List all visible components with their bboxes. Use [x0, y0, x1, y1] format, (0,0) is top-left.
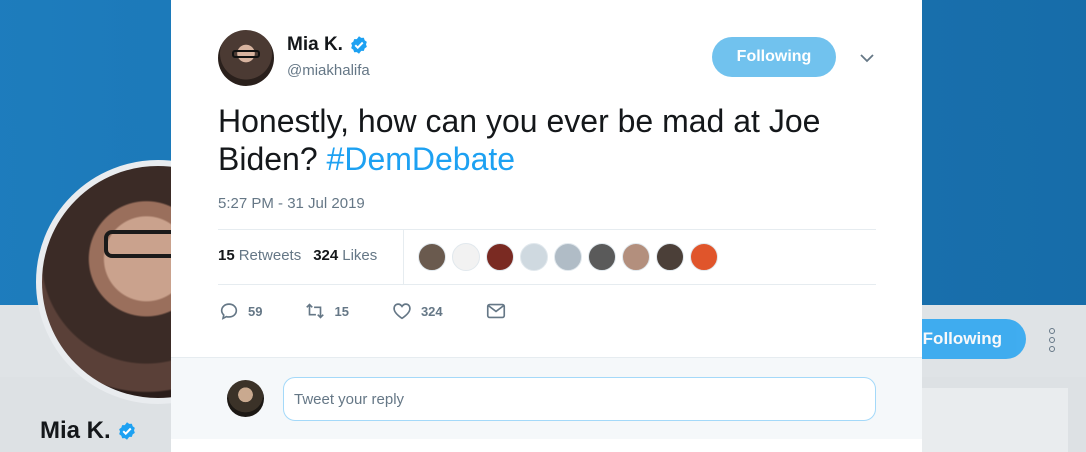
- message-button[interactable]: [485, 300, 507, 322]
- divider: [218, 284, 876, 285]
- like-button[interactable]: 324: [391, 300, 443, 322]
- retweet-count: 15: [334, 303, 349, 319]
- divider: [218, 229, 876, 230]
- message-icon: [486, 303, 505, 319]
- hashtag-link[interactable]: #DemDebate: [327, 141, 516, 177]
- author-name-row: Mia K.: [287, 34, 369, 56]
- tweet-timestamp[interactable]: 5:27 PM - 31 Jul 2019: [218, 195, 365, 212]
- author-avatar[interactable]: [218, 30, 274, 86]
- user-avatar[interactable]: [227, 380, 264, 417]
- liker-avatar[interactable]: [656, 243, 684, 271]
- tweet-modal: Mia K. @miakhalifa Following Honestly, h…: [171, 0, 922, 452]
- profile-name-row: Mia K.: [40, 417, 137, 445]
- retweets-stat[interactable]: 15 Retweets: [218, 247, 301, 264]
- chevron-down-icon[interactable]: [859, 50, 875, 66]
- profile-name: Mia K.: [40, 417, 111, 444]
- tweet-text-body: Honestly, how can you ever be mad at Joe…: [218, 103, 821, 177]
- like-icon: [393, 303, 411, 320]
- tweet-text: Honestly, how can you ever be mad at Joe…: [218, 102, 858, 178]
- author-name[interactable]: Mia K.: [287, 34, 343, 56]
- reply-area: [171, 357, 922, 439]
- liker-avatar[interactable]: [690, 243, 718, 271]
- liker-avatar[interactable]: [554, 243, 582, 271]
- liker-avatar[interactable]: [418, 243, 446, 271]
- author-handle[interactable]: @miakhalifa: [287, 62, 370, 79]
- likes-stat[interactable]: 324 Likes: [313, 247, 377, 264]
- like-count: 324: [420, 303, 443, 319]
- modal-bottom: [171, 439, 922, 452]
- retweet-button[interactable]: 15: [304, 300, 349, 322]
- tweet-actions: 59 15 324: [218, 300, 539, 322]
- more-icon[interactable]: [1047, 328, 1057, 352]
- verified-icon: [351, 36, 367, 54]
- liker-avatar[interactable]: [588, 243, 616, 271]
- liker-avatar[interactable]: [452, 243, 480, 271]
- liker-avatar[interactable]: [486, 243, 514, 271]
- liker-avatar[interactable]: [520, 243, 548, 271]
- liker-avatars: [418, 243, 718, 271]
- retweet-icon: [306, 303, 325, 319]
- profile-side-panel: [921, 388, 1068, 452]
- verified-icon: [118, 422, 135, 440]
- liker-avatar[interactable]: [622, 243, 650, 271]
- reply-button[interactable]: 59: [218, 300, 262, 322]
- stats-separator: [403, 230, 404, 285]
- reply-icon: [220, 303, 238, 320]
- tweet-stats: 15 Retweets 324 Likes: [218, 247, 377, 264]
- reply-input[interactable]: [283, 377, 876, 421]
- following-button[interactable]: Following: [712, 37, 836, 77]
- reply-count: 59: [248, 303, 263, 319]
